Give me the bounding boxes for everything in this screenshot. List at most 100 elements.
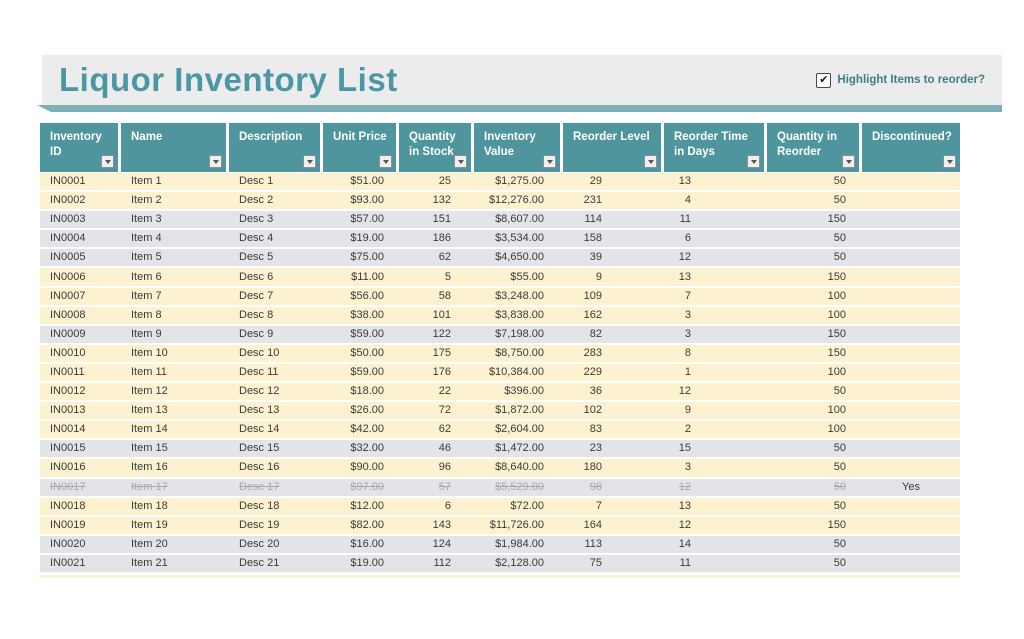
cell-inventory-value[interactable]: $10,384.00	[474, 364, 563, 381]
cell-reorder-time-in-days[interactable]: 1	[664, 364, 767, 381]
cell-description[interactable]: Desc 10	[229, 345, 323, 362]
filter-dropdown-button[interactable]	[943, 155, 956, 168]
cell-reorder-level[interactable]: 162	[563, 307, 664, 324]
cell-quantity-in-reorder[interactable]: 50	[767, 192, 862, 209]
cell-inventory-value[interactable]: $8,750.00	[474, 345, 563, 362]
cell-name[interactable]: Item 9	[121, 326, 229, 343]
cell-quantity-in-reorder[interactable]: 50	[767, 498, 862, 515]
cell-name[interactable]: Item 3	[121, 211, 229, 228]
cell-description[interactable]: Desc 11	[229, 364, 323, 381]
cell-description[interactable]: Desc 12	[229, 383, 323, 400]
cell-unit-price[interactable]: $50.00	[323, 345, 399, 362]
cell-quantity-in-stock[interactable]: 112	[399, 555, 474, 572]
cell-description[interactable]: Desc 20	[229, 536, 323, 553]
cell-inventory-value[interactable]: $11,726.00	[474, 517, 563, 534]
cell-reorder-time-in-days[interactable]: 12	[664, 479, 767, 496]
cell-quantity-in-reorder[interactable]: 150	[767, 345, 862, 362]
cell-quantity-in-stock[interactable]: 143	[399, 517, 474, 534]
cell-unit-price[interactable]: $82.00	[323, 517, 399, 534]
cell-inventory-id[interactable]: IN0020	[40, 536, 121, 553]
cell-reorder-time-in-days[interactable]: 11	[664, 555, 767, 572]
cell-description[interactable]: Desc 2	[229, 192, 323, 209]
cell-inventory-id[interactable]: IN0007	[40, 288, 121, 305]
cell-reorder-time-in-days[interactable]: 13	[664, 498, 767, 515]
cell-quantity-in-stock[interactable]: 124	[399, 536, 474, 553]
cell-name[interactable]: Item 8	[121, 307, 229, 324]
cell-reorder-level[interactable]: 7	[563, 498, 664, 515]
cell-reorder-time-in-days[interactable]: 6	[664, 230, 767, 247]
cell-description[interactable]: Desc 16	[229, 459, 323, 476]
cell-name[interactable]: Item 6	[121, 269, 229, 286]
cell-reorder-time-in-days[interactable]: 3	[664, 307, 767, 324]
cell-reorder-time-in-days[interactable]: 13	[664, 269, 767, 286]
filter-dropdown-button[interactable]	[454, 155, 467, 168]
cell-quantity-in-stock[interactable]: 57	[399, 479, 474, 496]
cell-reorder-time-in-days[interactable]: 13	[664, 173, 767, 190]
cell-reorder-level[interactable]: 83	[563, 421, 664, 438]
cell-reorder-level[interactable]: 113	[563, 536, 664, 553]
cell-reorder-level[interactable]: 114	[563, 211, 664, 228]
cell-quantity-in-reorder[interactable]: 150	[767, 211, 862, 228]
cell-inventory-id[interactable]: IN0019	[40, 517, 121, 534]
cell-inventory-value[interactable]: $8,640.00	[474, 459, 563, 476]
cell-unit-price[interactable]: $59.00	[323, 326, 399, 343]
cell-reorder-time-in-days[interactable]: 3	[664, 459, 767, 476]
cell-name[interactable]: Item 15	[121, 440, 229, 457]
filter-dropdown-button[interactable]	[101, 155, 114, 168]
cell-name[interactable]: Item 13	[121, 402, 229, 419]
cell-quantity-in-reorder[interactable]: 150	[767, 326, 862, 343]
cell-quantity-in-reorder[interactable]: 50	[767, 536, 862, 553]
cell-quantity-in-stock[interactable]: 58	[399, 288, 474, 305]
cell-quantity-in-reorder[interactable]: 100	[767, 402, 862, 419]
cell-quantity-in-reorder[interactable]: 150	[767, 517, 862, 534]
cell-inventory-value[interactable]: $1,275.00	[474, 173, 563, 190]
cell-quantity-in-reorder[interactable]: 50	[767, 173, 862, 190]
cell-reorder-level[interactable]: 82	[563, 326, 664, 343]
cell-quantity-in-stock[interactable]: 132	[399, 192, 474, 209]
cell-name[interactable]: Item 20	[121, 536, 229, 553]
highlight-reorder-checkbox[interactable]: ✔	[816, 73, 831, 88]
cell-description[interactable]: Desc 15	[229, 440, 323, 457]
cell-reorder-level[interactable]: 75	[563, 555, 664, 572]
cell-inventory-id[interactable]: IN0018	[40, 498, 121, 515]
cell-inventory-id[interactable]: IN0014	[40, 421, 121, 438]
cell-description[interactable]: Desc 14	[229, 421, 323, 438]
cell-quantity-in-reorder[interactable]: 50	[767, 459, 862, 476]
cell-inventory-id[interactable]: IN0008	[40, 307, 121, 324]
cell-quantity-in-stock[interactable]: 25	[399, 173, 474, 190]
cell-inventory-id[interactable]: IN0013	[40, 402, 121, 419]
cell-unit-price[interactable]: $75.00	[323, 249, 399, 266]
cell-inventory-value[interactable]: $12,276.00	[474, 192, 563, 209]
cell-inventory-value[interactable]: $3,534.00	[474, 230, 563, 247]
cell-inventory-value[interactable]: $3,248.00	[474, 288, 563, 305]
cell-quantity-in-reorder[interactable]: 50	[767, 383, 862, 400]
cell-unit-price[interactable]: $42.00	[323, 421, 399, 438]
cell-quantity-in-stock[interactable]: 46	[399, 440, 474, 457]
cell-inventory-value[interactable]: $1,872.00	[474, 402, 563, 419]
cell-quantity-in-stock[interactable]: 72	[399, 402, 474, 419]
cell-description[interactable]: Desc 5	[229, 249, 323, 266]
cell-reorder-time-in-days[interactable]: 11	[664, 211, 767, 228]
cell-name[interactable]: Item 14	[121, 421, 229, 438]
cell-quantity-in-stock[interactable]: 96	[399, 459, 474, 476]
cell-name[interactable]: Item 5	[121, 249, 229, 266]
cell-unit-price[interactable]: $59.00	[323, 364, 399, 381]
cell-reorder-time-in-days[interactable]: 4	[664, 192, 767, 209]
cell-inventory-id[interactable]: IN0017	[40, 479, 121, 496]
cell-name[interactable]: Item 4	[121, 230, 229, 247]
cell-reorder-level[interactable]: 164	[563, 517, 664, 534]
cell-inventory-id[interactable]: IN0002	[40, 192, 121, 209]
cell-name[interactable]: Item 17	[121, 479, 229, 496]
cell-unit-price[interactable]: $56.00	[323, 288, 399, 305]
cell-inventory-value[interactable]: $2,604.00	[474, 421, 563, 438]
cell-inventory-id[interactable]: IN0012	[40, 383, 121, 400]
cell-quantity-in-reorder[interactable]: 100	[767, 421, 862, 438]
highlight-reorder-control[interactable]: ✔ Highlight Items to reorder?	[816, 73, 985, 88]
cell-unit-price[interactable]: $19.00	[323, 230, 399, 247]
cell-description[interactable]: Desc 13	[229, 402, 323, 419]
cell-reorder-time-in-days[interactable]: 12	[664, 383, 767, 400]
cell-description[interactable]: Desc 3	[229, 211, 323, 228]
cell-reorder-level[interactable]: 102	[563, 402, 664, 419]
cell-unit-price[interactable]: $38.00	[323, 307, 399, 324]
cell-reorder-level[interactable]: 283	[563, 345, 664, 362]
